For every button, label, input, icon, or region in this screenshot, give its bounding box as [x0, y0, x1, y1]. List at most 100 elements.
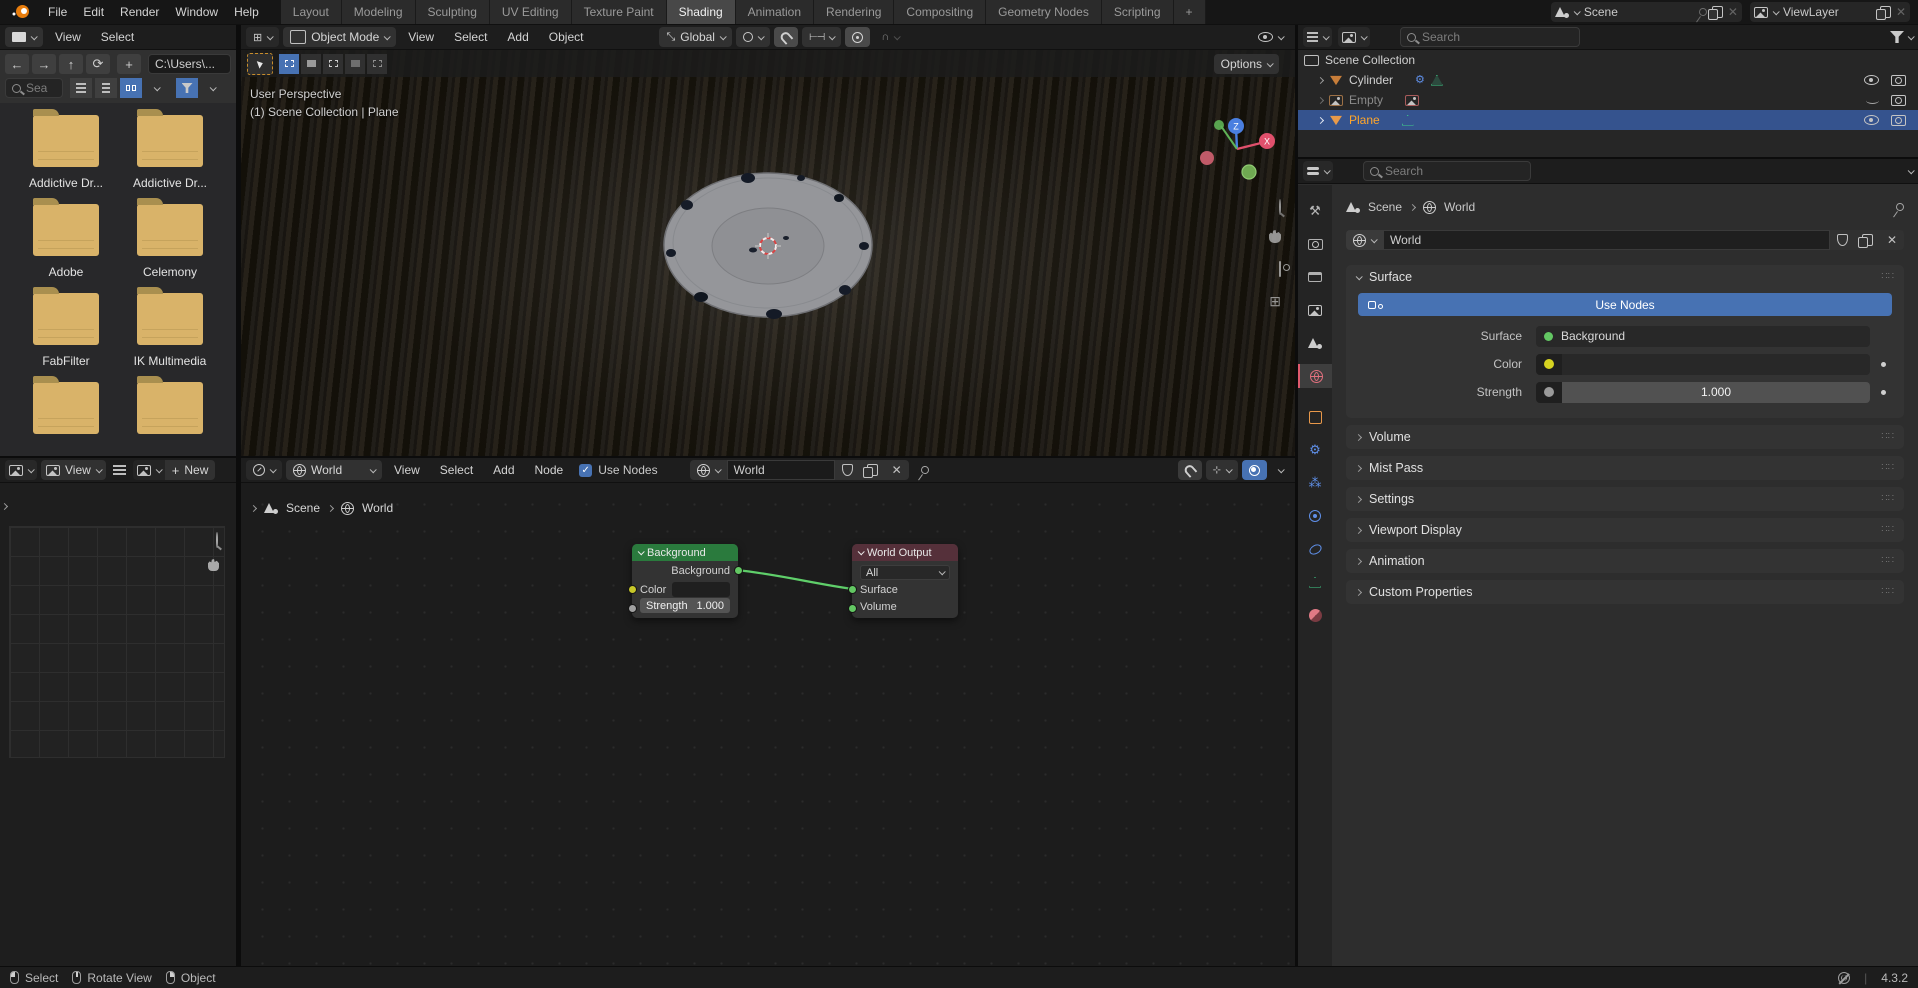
navigation-gizmo[interactable]: Z X	[1199, 116, 1275, 186]
duplicate-datablock-button[interactable]	[860, 460, 885, 480]
display-mode-dropdown[interactable]	[1338, 27, 1370, 47]
panel-header[interactable]: Animation ∷∷	[1346, 549, 1904, 573]
tab-object[interactable]	[1298, 405, 1332, 429]
divider[interactable]	[238, 25, 241, 966]
hide-viewport-icon[interactable]	[1864, 75, 1879, 85]
tab-texture-paint[interactable]: Texture Paint	[572, 0, 667, 24]
viewlayer-name[interactable]: ViewLayer	[1783, 5, 1875, 19]
shader-type-dropdown[interactable]: World	[286, 460, 382, 480]
tab-sculpting[interactable]: Sculpting	[416, 0, 490, 24]
image-browse-dropdown[interactable]	[133, 460, 165, 480]
list-item[interactable]	[118, 382, 222, 434]
menu-hamburger-icon[interactable]	[113, 469, 126, 471]
tab-tool[interactable]: ⚒	[1298, 199, 1332, 223]
search-input[interactable]: Search	[1400, 27, 1580, 47]
snap-toggle[interactable]	[1178, 460, 1202, 480]
select-mode-extend[interactable]	[301, 54, 321, 74]
object-type-visibility-dropdown[interactable]	[1251, 27, 1290, 47]
outliner-row-plane[interactable]: Plane	[1298, 110, 1918, 130]
region-expand-arrow[interactable]	[1, 503, 8, 510]
editor-type-selector[interactable]	[5, 460, 37, 480]
color-swatch[interactable]	[672, 582, 730, 597]
new-folder-button[interactable]: +	[117, 54, 141, 74]
outliner-row-scene-collection[interactable]: Scene Collection	[1298, 50, 1918, 70]
tab-world[interactable]	[1298, 364, 1332, 388]
socket-input-volume[interactable]	[848, 604, 857, 613]
tab-view-layer[interactable]	[1298, 298, 1332, 322]
tab-geometry-nodes[interactable]: Geometry Nodes	[986, 0, 1102, 24]
world-browse-dropdown[interactable]	[690, 460, 727, 480]
proportional-falloff-dropdown[interactable]: ∩	[874, 27, 906, 47]
viewport-scene[interactable]: Z X ⊞	[241, 50, 1295, 456]
animate-dot-icon[interactable]	[1881, 390, 1886, 395]
menu-object[interactable]: Object	[541, 27, 592, 47]
tab-compositing[interactable]: Compositing	[894, 0, 986, 24]
options-dropdown-icon[interactable]	[1908, 167, 1915, 174]
drag-grip-icon[interactable]: ∷∷	[1881, 495, 1894, 503]
path-field[interactable]: C:\Users\...	[148, 54, 231, 74]
panel-header[interactable]: Settings ∷∷	[1346, 487, 1904, 511]
camera-view-icon[interactable]	[1279, 262, 1281, 276]
expand-icon[interactable]	[1317, 116, 1324, 123]
display-thumbnails-button[interactable]	[120, 78, 142, 98]
list-item[interactable]: Adobe	[14, 204, 118, 279]
forward-button[interactable]: →	[32, 54, 56, 74]
outliner-row-cylinder[interactable]: Cylinder ⚙	[1298, 70, 1918, 90]
geometry-nodes-icon[interactable]	[1402, 115, 1414, 126]
fake-user-button[interactable]	[1830, 230, 1855, 250]
socket-output-background[interactable]	[734, 566, 743, 575]
shader-editor[interactable]: World View Select Add Node ✓ Use Nodes W…	[241, 458, 1295, 966]
menu-select[interactable]: Select	[432, 460, 481, 480]
strength-socket-swatch[interactable]	[1536, 382, 1562, 403]
transform-orientation-dropdown[interactable]: ⤡ Global	[659, 27, 732, 47]
modifier-wrench-icon[interactable]: ⚙	[1415, 75, 1425, 86]
snap-toggle[interactable]	[774, 27, 798, 47]
select-mode-new[interactable]	[279, 54, 299, 74]
editor-type-selector[interactable]	[246, 460, 282, 480]
node-header[interactable]: World Output	[852, 544, 958, 561]
expand-icon[interactable]	[1317, 76, 1324, 83]
image-mode-dropdown[interactable]: View	[41, 460, 106, 480]
select-mode-invert[interactable]	[345, 54, 365, 74]
toggle-orthographic-icon[interactable]: ⊞	[1269, 293, 1281, 310]
geometry-nodes-icon[interactable]	[1431, 75, 1443, 86]
target-select[interactable]: All	[860, 565, 950, 580]
tab-scene[interactable]	[1298, 331, 1332, 355]
animate-dot-icon[interactable]	[1881, 362, 1886, 367]
tab-rendering[interactable]: Rendering	[814, 0, 894, 24]
tab-physics[interactable]	[1298, 504, 1332, 528]
list-item[interactable]: IK Multimedia	[118, 293, 222, 368]
list-item[interactable]: Addictive Dr...	[118, 115, 222, 190]
image-editor[interactable]: View + New	[0, 458, 238, 966]
editor-type-selector[interactable]	[1303, 27, 1332, 47]
snap-target-dropdown[interactable]: ⊹	[1206, 460, 1238, 480]
filter-dropdown[interactable]	[1890, 31, 1913, 43]
menu-window[interactable]: Window	[167, 2, 226, 22]
new-image-button[interactable]: + New	[165, 460, 216, 480]
strength-slider[interactable]: 1.000	[1562, 382, 1870, 403]
expand-icon[interactable]	[1317, 96, 1324, 103]
color-field[interactable]	[1562, 354, 1870, 375]
editor-type-selector[interactable]	[5, 27, 43, 47]
zoom-tool-icon[interactable]	[216, 533, 218, 547]
tab-object-data[interactable]	[1298, 570, 1332, 594]
menu-add[interactable]: Add	[499, 27, 536, 47]
filter-toggle[interactable]	[176, 78, 198, 98]
viewport-3d[interactable]: ⊞ Object Mode View Select Add Object ⤡ G…	[241, 25, 1295, 456]
copy-icon[interactable]	[1712, 6, 1723, 18]
node-canvas[interactable]: Scene World Background Background	[241, 483, 1295, 966]
use-nodes-button[interactable]: Use Nodes	[1358, 293, 1892, 316]
blender-logo-icon[interactable]	[10, 5, 32, 19]
menu-select[interactable]: Select	[93, 27, 142, 47]
list-item[interactable]: FabFilter	[14, 293, 118, 368]
pin-icon[interactable]	[919, 464, 930, 475]
menu-view[interactable]: View	[400, 27, 442, 47]
tab-output[interactable]	[1298, 265, 1332, 289]
node-world-output[interactable]: World Output All Surface Volume	[852, 544, 958, 618]
hidden-viewport-icon[interactable]	[1866, 97, 1879, 104]
surface-shader-button[interactable]: Background	[1536, 326, 1870, 347]
filter-settings-dropdown[interactable]	[201, 78, 223, 98]
divider[interactable]	[1295, 25, 1298, 966]
image-data-icon[interactable]	[1405, 95, 1419, 106]
tab-layout[interactable]: Layout	[281, 0, 342, 24]
